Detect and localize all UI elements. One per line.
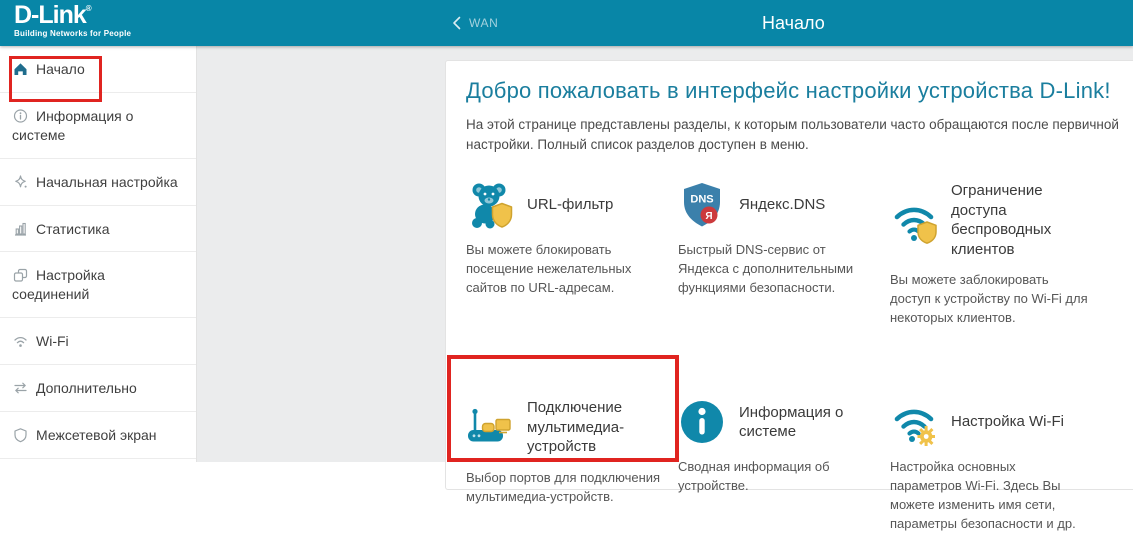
sidebar-item-home[interactable]: Начало <box>0 46 196 93</box>
dlink-logo-brand: D-Link® <box>14 3 131 28</box>
connections-icon <box>12 267 29 283</box>
back-to-wan-link[interactable]: WAN <box>452 0 498 46</box>
sidebar-item-label: Межсетевой экран <box>36 427 157 443</box>
top-header-bar: D-Link® Building Networks for People WAN… <box>0 0 1133 46</box>
welcome-subtitle: На этой странице представлены разделы, к… <box>466 115 1121 154</box>
feature-description: Выбор портов для подключения мультимедиа… <box>466 469 666 507</box>
system-info-icon <box>678 398 726 446</box>
wifi-icon <box>12 333 29 349</box>
feature-description: Настройка основных параметров Wi-Fi. Зде… <box>890 458 1090 534</box>
registered-mark: ® <box>86 4 92 13</box>
feature-title: Информация о системе <box>739 403 857 442</box>
home-icon <box>12 61 29 77</box>
back-link-label: WAN <box>469 16 498 30</box>
sidebar-item-firewall[interactable]: Межсетевой экран <box>0 412 196 459</box>
welcome-title: Добро пожаловать в интерфейс настройки у… <box>466 78 1132 104</box>
feature-card-wireless-restriction[interactable]: Ограничение доступа беспроводных клиенто… <box>890 181 1133 328</box>
feature-title: Подключение мультимедиа-устройств <box>527 398 677 457</box>
url-filter-bear-icon <box>466 181 514 229</box>
feature-description: Быстрый DNS-сервис от Яндекса с дополнит… <box>678 241 878 298</box>
feature-card-system-info[interactable]: Информация о системе Сводная информация … <box>678 398 890 534</box>
feature-title: Яндекс.DNS <box>739 195 825 215</box>
yandex-dns-shield-icon: DNS Я <box>678 181 726 229</box>
sidebar-item-advanced[interactable]: Дополнительно <box>0 365 196 412</box>
feature-description: Сводная информация об устройстве. <box>678 458 878 496</box>
sidebar-item-system-info[interactable]: Информация о системе <box>0 93 196 159</box>
sidebar-item-connections-setup[interactable]: Настройка соединений <box>0 252 196 318</box>
feature-description: Вы можете блокировать посещение нежелате… <box>466 241 666 298</box>
sidebar-item-wifi[interactable]: Wi-Fi <box>0 318 196 365</box>
dns-shield-label: DNS <box>690 194 713 206</box>
sidebar-item-label: Начальная настройка <box>36 174 178 190</box>
multimedia-router-icon <box>466 403 514 451</box>
sidebar-item-label: Wi-Fi <box>36 333 69 349</box>
dlink-logo: D-Link® Building Networks for People <box>14 3 131 38</box>
sidebar-menu: Начало Информация о системе Начальная на… <box>0 46 197 462</box>
info-icon <box>12 108 29 124</box>
sidebar-item-initial-setup[interactable]: Начальная настройка <box>0 159 196 206</box>
sidebar-item-label: Информация о системе <box>12 108 133 143</box>
wifi-settings-icon <box>890 398 938 446</box>
advanced-icon <box>12 380 29 396</box>
feature-title: Ограничение доступа беспроводных клиенто… <box>951 181 1101 259</box>
sidebar-item-label: Начало <box>36 61 85 77</box>
wizard-icon <box>12 174 29 190</box>
sidebar-item-label: Дополнительно <box>36 380 137 396</box>
feature-description: Вы можете заблокировать доступ к устройс… <box>890 271 1090 328</box>
page-title: Начало <box>762 0 825 46</box>
dlink-logo-tagline: Building Networks for People <box>14 30 131 38</box>
feature-grid: URL-фильтр Вы можете блокировать посещен… <box>466 181 1132 534</box>
stats-icon <box>12 221 29 237</box>
feature-card-multimedia-devices[interactable]: Подключение мультимедиа-устройств Выбор … <box>466 398 678 534</box>
wifi-shield-icon <box>890 196 938 244</box>
feature-card-yandex-dns[interactable]: DNS Я Яндекс.DNS Быстрый DNS-сервис от Я… <box>678 181 890 328</box>
firewall-shield-icon <box>12 427 29 443</box>
sidebar-item-statistics[interactable]: Статистика <box>0 206 196 253</box>
feature-title: Настройка Wi-Fi <box>951 412 1064 432</box>
yandex-circle-label: Я <box>705 211 712 222</box>
feature-card-url-filter[interactable]: URL-фильтр Вы можете блокировать посещен… <box>466 181 678 328</box>
feature-card-wifi-settings[interactable]: Настройка Wi-Fi Настройка основных парам… <box>890 398 1133 534</box>
sidebar-item-label: Статистика <box>36 221 110 237</box>
back-chevron-icon <box>452 16 461 30</box>
welcome-card: Добро пожаловать в интерфейс настройки у… <box>445 60 1133 490</box>
feature-title: URL-фильтр <box>527 195 613 215</box>
